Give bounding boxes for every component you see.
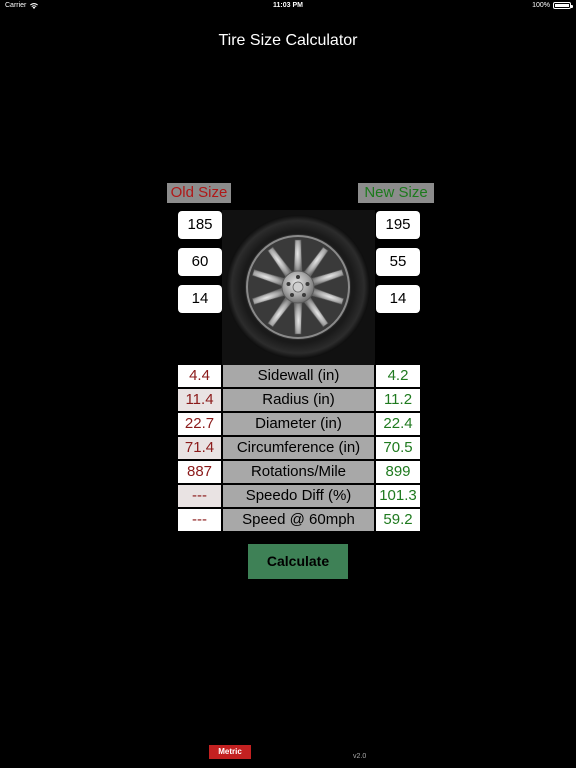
speedo-diff-label: Speedo Diff (%): [223, 485, 374, 507]
new-sidewall-value: 4.2: [376, 365, 420, 387]
result-row-diameter: 22.7 Diameter (in) 22.4: [178, 413, 420, 435]
new-radius-value: 11.2: [376, 389, 420, 411]
battery-icon: [553, 2, 573, 9]
status-bar: Carrier 11:03 PM 100%: [0, 0, 576, 12]
old-circumference-value: 71.4: [178, 437, 221, 459]
result-row-speed: --- Speed @ 60mph 59.2: [178, 509, 420, 531]
result-row-circumference: 71.4 Circumference (in) 70.5: [178, 437, 420, 459]
new-speedo-diff-value: 101.3: [376, 485, 420, 507]
status-right: 100%: [532, 2, 573, 9]
battery-percent: 100%: [532, 2, 550, 9]
new-speed-value: 59.2: [376, 509, 420, 531]
calculate-button[interactable]: Calculate: [248, 544, 348, 579]
old-width-input[interactable]: 185: [178, 211, 222, 239]
old-aspect-input[interactable]: 60: [178, 248, 222, 276]
result-row-radius: 11.4 Radius (in) 11.2: [178, 389, 420, 411]
old-diameter-value: 22.7: [178, 413, 221, 435]
version-label: v2.0: [353, 753, 367, 760]
sidewall-label: Sidewall (in): [223, 365, 374, 387]
rotations-label: Rotations/Mile: [223, 461, 374, 483]
result-row-speedo-diff: --- Speedo Diff (%) 101.3: [178, 485, 420, 507]
new-width-input[interactable]: 195: [376, 211, 420, 239]
page-title: Tire Size Calculator: [218, 32, 358, 49]
old-speed-value: ---: [178, 509, 221, 531]
result-row-rotations: 887 Rotations/Mile 899: [178, 461, 420, 483]
wheel-image: [222, 210, 375, 365]
new-aspect-input[interactable]: 55: [376, 248, 420, 276]
old-sidewall-value: 4.4: [178, 365, 221, 387]
new-rotations-value: 899: [376, 461, 420, 483]
old-rim-input[interactable]: 14: [178, 285, 222, 313]
results-table: 4.4 Sidewall (in) 4.2 11.4 Radius (in) 1…: [178, 365, 420, 533]
new-size-header: New Size: [358, 183, 434, 203]
metric-button[interactable]: Metric: [209, 745, 251, 759]
speed-label: Speed @ 60mph: [223, 509, 374, 531]
circumference-label: Circumference (in): [223, 437, 374, 459]
new-diameter-value: 22.4: [376, 413, 420, 435]
new-rim-input[interactable]: 14: [376, 285, 420, 313]
old-size-header: Old Size: [167, 183, 231, 203]
old-speedo-diff-value: ---: [178, 485, 221, 507]
old-radius-value: 11.4: [178, 389, 221, 411]
new-circumference-value: 70.5: [376, 437, 420, 459]
old-rotations-value: 887: [178, 461, 221, 483]
radius-label: Radius (in): [223, 389, 374, 411]
result-row-sidewall: 4.4 Sidewall (in) 4.2: [178, 365, 420, 387]
status-time: 11:03 PM: [273, 2, 303, 9]
diameter-label: Diameter (in): [223, 413, 374, 435]
wheel-icon: [226, 215, 370, 359]
